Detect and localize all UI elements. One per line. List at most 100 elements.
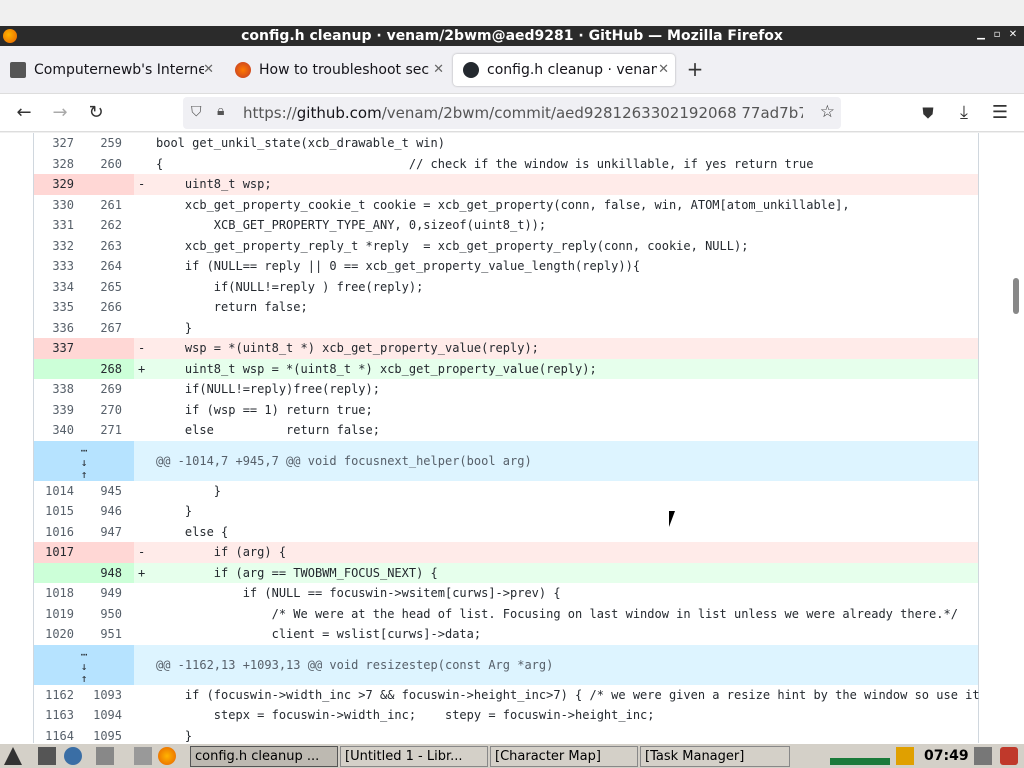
new-line-number[interactable]: 268 [84, 358, 134, 379]
old-line-number[interactable]: 338 [34, 379, 84, 400]
new-line-number[interactable]: 950 [84, 604, 134, 625]
old-line-number[interactable]: 332 [34, 236, 84, 257]
code-line: wsp = *(uint8_t *) xcb_get_property_valu… [156, 341, 539, 355]
downloads-icon[interactable]: ⤓ [953, 102, 975, 124]
forward-button[interactable]: → [49, 102, 71, 124]
new-line-number[interactable]: 260 [84, 154, 134, 175]
new-line-number[interactable]: 949 [84, 583, 134, 604]
menu-icon[interactable]: ☰ [989, 102, 1011, 124]
tray-app-icon[interactable] [896, 747, 914, 765]
new-line-number[interactable]: 261 [84, 195, 134, 216]
task-button-character-map[interactable]: [Character Map] [490, 746, 638, 767]
new-line-number[interactable]: 946 [84, 501, 134, 522]
lock-icon[interactable]: 🔒︎ [217, 103, 224, 119]
old-line-number[interactable]: 1015 [34, 501, 84, 522]
new-line-number[interactable]: 271 [84, 420, 134, 441]
old-line-number[interactable]: 1162 [34, 685, 84, 706]
diff-row: 1016 947 else { [34, 522, 978, 543]
new-line-number[interactable]: 266 [84, 297, 134, 318]
diff-row: 1018 949 if (NULL == focuswin->wsitem[cur… [34, 583, 978, 604]
old-line-number[interactable]: 1019 [34, 604, 84, 625]
expand-lines-icon[interactable]: ⋯ ↓ ↑ [34, 644, 134, 685]
new-line-number[interactable] [84, 338, 134, 359]
new-tab-button[interactable]: + [684, 58, 706, 80]
task-button-libreoffice[interactable]: [Untitled 1 - Libr... [340, 746, 488, 767]
old-line-number[interactable]: 331 [34, 215, 84, 236]
old-line-number[interactable]: 339 [34, 400, 84, 421]
diff-row: 335 266 return false; [34, 297, 978, 318]
new-line-number[interactable]: 267 [84, 318, 134, 339]
back-button[interactable]: ← [13, 102, 35, 124]
old-line-number[interactable]: 328 [34, 154, 84, 175]
diff-marker: - [138, 341, 146, 355]
diff-row: 1162 1093 if (focuswin->width_inc >7 && f… [34, 685, 980, 706]
terminal-icon[interactable] [38, 747, 56, 765]
old-line-number[interactable]: 1017 [34, 542, 84, 563]
tab-close-icon[interactable]: ✕ [433, 62, 444, 77]
new-line-number[interactable]: 264 [84, 256, 134, 277]
old-line-number[interactable]: 333 [34, 256, 84, 277]
old-line-number[interactable]: 1018 [34, 583, 84, 604]
power-icon[interactable] [1000, 747, 1018, 765]
tab-config-cleanup[interactable]: config.h cleanup · venam ✕ [453, 54, 675, 86]
new-line-number[interactable]: 263 [84, 236, 134, 257]
files-icon[interactable] [134, 747, 152, 765]
new-line-number[interactable]: 947 [84, 522, 134, 543]
close-icon[interactable]: ✕ [1006, 28, 1020, 42]
start-menu-icon[interactable] [4, 747, 22, 765]
url-bar[interactable]: ⛉ 🔒︎ https://github.com/venam/2bwm/commi… [183, 97, 841, 129]
new-line-number[interactable]: 269 [84, 379, 134, 400]
old-line-number[interactable] [34, 358, 84, 379]
old-line-number[interactable]: 1014 [34, 481, 84, 502]
new-line-number[interactable]: 1093 [84, 685, 134, 706]
hunk-header-row: ⋯ ↓ ↑ @@ -1162,13 +1093,13 @@ void resize… [34, 644, 978, 685]
old-line-number[interactable]: 1164 [34, 726, 84, 744]
scrollbar-thumb[interactable] [1013, 278, 1019, 314]
pocket-icon[interactable]: ⛊ [917, 102, 939, 124]
new-line-number[interactable]: 951 [84, 624, 134, 645]
tray-monitor-icon[interactable] [974, 747, 992, 765]
diff-marker: + [138, 361, 146, 376]
bookmark-star-icon[interactable]: ☆ [820, 102, 835, 122]
old-line-number[interactable]: 334 [34, 277, 84, 298]
new-line-number[interactable] [84, 542, 134, 563]
old-line-number[interactable]: 330 [34, 195, 84, 216]
new-line-number[interactable]: 1095 [84, 726, 134, 744]
reload-button[interactable]: ↻ [85, 102, 107, 124]
old-line-number[interactable]: 1163 [34, 705, 84, 726]
old-line-number[interactable]: 1016 [34, 522, 84, 543]
new-line-number[interactable]: 945 [84, 481, 134, 502]
tab-computernewb[interactable]: Computernewb's Internet ✕ [0, 54, 220, 86]
new-line-number[interactable]: 948 [84, 562, 134, 583]
old-line-number[interactable]: 1020 [34, 624, 84, 645]
new-line-number[interactable]: 270 [84, 400, 134, 421]
old-line-number[interactable]: 329 [34, 174, 84, 195]
old-line-number[interactable] [34, 562, 84, 583]
old-line-number[interactable]: 336 [34, 318, 84, 339]
firefox-launcher-icon[interactable] [158, 747, 176, 765]
task-button-task-manager[interactable]: [Task Manager] [640, 746, 790, 767]
browser-launcher-icon[interactable] [64, 747, 82, 765]
old-line-number[interactable]: 337 [34, 338, 84, 359]
old-line-number[interactable]: 327 [34, 133, 84, 154]
new-line-number[interactable] [84, 174, 134, 195]
new-line-number[interactable]: 265 [84, 277, 134, 298]
window-titlebar[interactable]: config.h cleanup · venam/2bwm@aed9281 · … [0, 26, 1024, 46]
new-line-number[interactable]: 259 [84, 133, 134, 154]
tab-close-icon[interactable]: ✕ [203, 62, 214, 77]
expand-lines-icon[interactable]: ⋯ ↓ ↑ [34, 440, 134, 481]
maximize-icon[interactable]: ▫ [990, 28, 1004, 42]
minimize-icon[interactable]: ▁ [974, 28, 988, 42]
tab-close-icon[interactable]: ✕ [658, 62, 669, 77]
old-line-number[interactable]: 335 [34, 297, 84, 318]
shield-icon[interactable]: ⛉ [191, 104, 202, 120]
hunk-header-row: ⋯ ↓ ↑ @@ -1014,7 +945,7 @@ void focusnext… [34, 440, 978, 481]
old-line-number[interactable]: 340 [34, 420, 84, 441]
task-button-firefox[interactable]: config.h cleanup ... [190, 746, 338, 767]
url-text[interactable]: https://github.com/venam/2bwm/commit/aed… [243, 104, 803, 122]
new-line-number[interactable]: 262 [84, 215, 134, 236]
show-desktop-icon[interactable] [96, 747, 114, 765]
tab-troubleshoot[interactable]: How to troubleshoot sec ✕ [225, 54, 450, 86]
new-line-number[interactable]: 1094 [84, 705, 134, 726]
diff-row: 268 + uint8_t wsp = *(uint8_t *) xcb_get_… [34, 358, 978, 379]
